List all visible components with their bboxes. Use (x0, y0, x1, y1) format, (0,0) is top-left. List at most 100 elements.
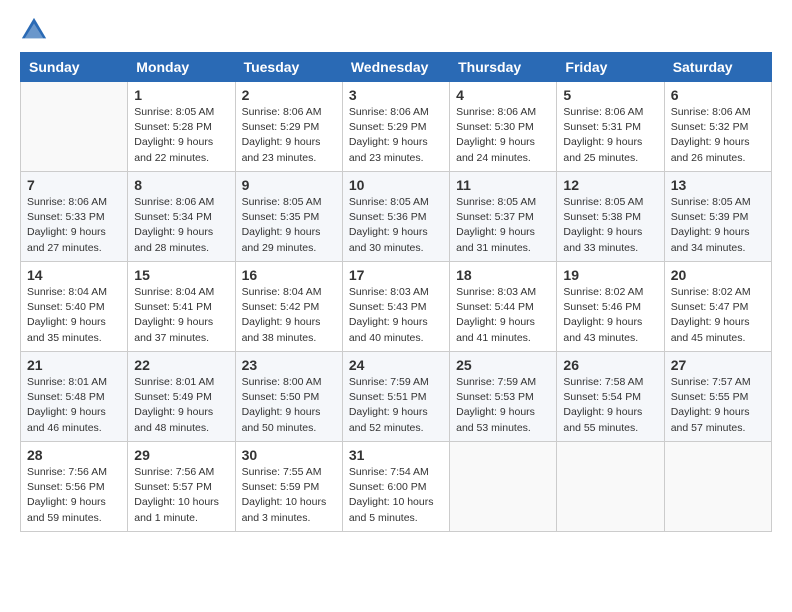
day-number: 31 (349, 447, 443, 463)
day-cell (557, 442, 664, 532)
header-cell-thursday: Thursday (450, 53, 557, 82)
day-cell: 26 Sunrise: 7:58 AMSunset: 5:54 PMDayligh… (557, 352, 664, 442)
day-cell: 7Sunrise: 8:06 AMSunset: 5:33 PMDaylight… (21, 172, 128, 262)
day-info: Sunrise: 7:56 AMSunset: 5:57 PMDaylight:… (134, 465, 228, 526)
day-info: Sunrise: 8:06 AMSunset: 5:30 PMDaylight:… (456, 105, 550, 166)
day-number: 26 (563, 357, 657, 373)
day-number: 19 (563, 267, 657, 283)
day-info: Sunrise: 8:05 AMSunset: 5:38 PMDaylight:… (563, 195, 657, 256)
day-cell: 15Sunrise: 8:04 AMSunset: 5:41 PMDayligh… (128, 262, 235, 352)
day-number: 1 (134, 87, 228, 103)
day-cell: 11 Sunrise: 8:05 AMSunset: 5:37 PMDayligh… (450, 172, 557, 262)
day-number: 12 (563, 177, 657, 193)
day-number: 20 (671, 267, 765, 283)
day-cell: 23 Sunrise: 8:00 AMSunset: 5:50 PMDayligh… (235, 352, 342, 442)
day-cell: 16 Sunrise: 8:04 AMSunset: 5:42 PMDayligh… (235, 262, 342, 352)
day-cell: 31 Sunrise: 7:54 AMSunset: 6:00 PMDayligh… (342, 442, 449, 532)
day-cell: 14 Sunrise: 8:04 AMSunset: 5:40 PMDayligh… (21, 262, 128, 352)
day-number: 18 (456, 267, 550, 283)
day-number: 7 (27, 177, 121, 193)
day-info: Sunrise: 7:55 AMSunset: 5:59 PMDaylight:… (242, 465, 336, 526)
day-cell: 8Sunrise: 8:06 AMSunset: 5:34 PMDaylight… (128, 172, 235, 262)
day-cell: 3 Sunrise: 8:06 AMSunset: 5:29 PMDaylight… (342, 82, 449, 172)
week-row-3: 14 Sunrise: 8:04 AMSunset: 5:40 PMDayligh… (21, 262, 772, 352)
day-info: Sunrise: 8:06 AMSunset: 5:29 PMDaylight:… (349, 105, 443, 166)
calendar-table: SundayMondayTuesdayWednesdayThursdayFrid… (20, 52, 772, 532)
day-number: 25 (456, 357, 550, 373)
day-info: Sunrise: 8:05 AMSunset: 5:36 PMDaylight:… (349, 195, 443, 256)
week-row-4: 21 Sunrise: 8:01 AMSunset: 5:48 PMDayligh… (21, 352, 772, 442)
day-cell: 24Sunrise: 7:59 AMSunset: 5:51 PMDayligh… (342, 352, 449, 442)
day-cell: 21 Sunrise: 8:01 AMSunset: 5:48 PMDayligh… (21, 352, 128, 442)
day-cell: 12 Sunrise: 8:05 AMSunset: 5:38 PMDayligh… (557, 172, 664, 262)
day-info: Sunrise: 7:57 AMSunset: 5:55 PMDaylight:… (671, 375, 765, 436)
day-info: Sunrise: 7:54 AMSunset: 6:00 PMDaylight:… (349, 465, 443, 526)
week-row-5: 28 Sunrise: 7:56 AMSunset: 5:56 PMDayligh… (21, 442, 772, 532)
day-info: Sunrise: 8:05 AMSunset: 5:37 PMDaylight:… (456, 195, 550, 256)
day-info: Sunrise: 8:01 AMSunset: 5:49 PMDaylight:… (134, 375, 228, 436)
day-number: 23 (242, 357, 336, 373)
day-info: Sunrise: 8:06 AMSunset: 5:31 PMDaylight:… (563, 105, 657, 166)
day-info: Sunrise: 8:02 AMSunset: 5:46 PMDaylight:… (563, 285, 657, 346)
day-cell: 17 Sunrise: 8:03 AMSunset: 5:43 PMDayligh… (342, 262, 449, 352)
header-cell-saturday: Saturday (664, 53, 771, 82)
day-number: 13 (671, 177, 765, 193)
day-cell: 20 Sunrise: 8:02 AMSunset: 5:47 PMDayligh… (664, 262, 771, 352)
header-row: SundayMondayTuesdayWednesdayThursdayFrid… (21, 53, 772, 82)
day-info: Sunrise: 7:58 AMSunset: 5:54 PMDaylight:… (563, 375, 657, 436)
logo-icon (20, 16, 48, 44)
day-info: Sunrise: 7:59 AMSunset: 5:51 PMDaylight:… (349, 375, 443, 436)
day-info: Sunrise: 8:04 AMSunset: 5:42 PMDaylight:… (242, 285, 336, 346)
day-cell: 13 Sunrise: 8:05 AMSunset: 5:39 PMDayligh… (664, 172, 771, 262)
day-info: Sunrise: 8:05 AMSunset: 5:39 PMDaylight:… (671, 195, 765, 256)
header-cell-sunday: Sunday (21, 53, 128, 82)
day-number: 21 (27, 357, 121, 373)
day-cell (664, 442, 771, 532)
day-number: 28 (27, 447, 121, 463)
day-number: 9 (242, 177, 336, 193)
day-number: 17 (349, 267, 443, 283)
day-info: Sunrise: 8:02 AMSunset: 5:47 PMDaylight:… (671, 285, 765, 346)
day-info: Sunrise: 8:04 AMSunset: 5:40 PMDaylight:… (27, 285, 121, 346)
day-number: 6 (671, 87, 765, 103)
day-info: Sunrise: 8:03 AMSunset: 5:43 PMDaylight:… (349, 285, 443, 346)
day-cell: 19 Sunrise: 8:02 AMSunset: 5:46 PMDayligh… (557, 262, 664, 352)
day-info: Sunrise: 7:59 AMSunset: 5:53 PMDaylight:… (456, 375, 550, 436)
day-cell: 22 Sunrise: 8:01 AMSunset: 5:49 PMDayligh… (128, 352, 235, 442)
day-number: 30 (242, 447, 336, 463)
day-number: 5 (563, 87, 657, 103)
header-cell-monday: Monday (128, 53, 235, 82)
day-number: 3 (349, 87, 443, 103)
day-info: Sunrise: 7:56 AMSunset: 5:56 PMDaylight:… (27, 465, 121, 526)
day-cell: 30 Sunrise: 7:55 AMSunset: 5:59 PMDayligh… (235, 442, 342, 532)
week-row-2: 7Sunrise: 8:06 AMSunset: 5:33 PMDaylight… (21, 172, 772, 262)
day-number: 8 (134, 177, 228, 193)
day-number: 14 (27, 267, 121, 283)
day-cell: 6Sunrise: 8:06 AMSunset: 5:32 PMDaylight… (664, 82, 771, 172)
day-info: Sunrise: 8:00 AMSunset: 5:50 PMDaylight:… (242, 375, 336, 436)
day-cell: 29Sunrise: 7:56 AMSunset: 5:57 PMDayligh… (128, 442, 235, 532)
day-cell: 9 Sunrise: 8:05 AMSunset: 5:35 PMDaylight… (235, 172, 342, 262)
day-cell: 2 Sunrise: 8:06 AMSunset: 5:29 PMDaylight… (235, 82, 342, 172)
header-cell-wednesday: Wednesday (342, 53, 449, 82)
day-cell: 28 Sunrise: 7:56 AMSunset: 5:56 PMDayligh… (21, 442, 128, 532)
day-number: 11 (456, 177, 550, 193)
day-number: 2 (242, 87, 336, 103)
header-cell-friday: Friday (557, 53, 664, 82)
day-info: Sunrise: 8:03 AMSunset: 5:44 PMDaylight:… (456, 285, 550, 346)
logo (20, 16, 52, 44)
day-cell: 1Sunrise: 8:05 AMSunset: 5:28 PMDaylight… (128, 82, 235, 172)
day-info: Sunrise: 8:05 AMSunset: 5:35 PMDaylight:… (242, 195, 336, 256)
day-cell (21, 82, 128, 172)
day-cell: 10Sunrise: 8:05 AMSunset: 5:36 PMDayligh… (342, 172, 449, 262)
day-cell: 18 Sunrise: 8:03 AMSunset: 5:44 PMDayligh… (450, 262, 557, 352)
header (20, 16, 772, 44)
day-number: 22 (134, 357, 228, 373)
day-number: 16 (242, 267, 336, 283)
day-info: Sunrise: 8:01 AMSunset: 5:48 PMDaylight:… (27, 375, 121, 436)
day-info: Sunrise: 8:06 AMSunset: 5:29 PMDaylight:… (242, 105, 336, 166)
day-number: 15 (134, 267, 228, 283)
day-number: 27 (671, 357, 765, 373)
day-cell: 4Sunrise: 8:06 AMSunset: 5:30 PMDaylight… (450, 82, 557, 172)
week-row-1: 1Sunrise: 8:05 AMSunset: 5:28 PMDaylight… (21, 82, 772, 172)
